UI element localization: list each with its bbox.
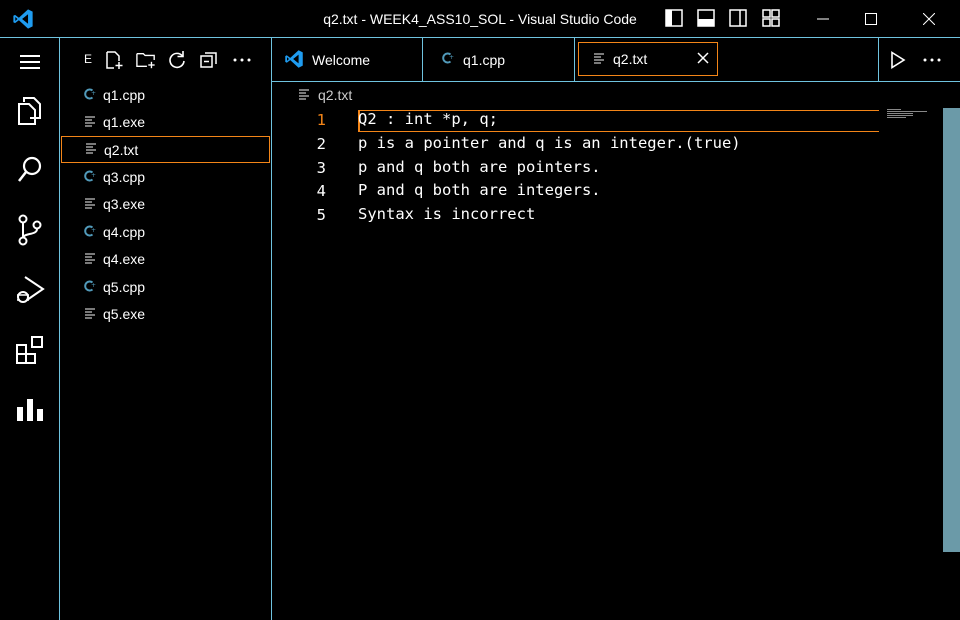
minimap[interactable]: [883, 108, 943, 122]
minimize-icon[interactable]: [800, 0, 846, 38]
code-line[interactable]: Q2 : int *p, q;: [358, 110, 498, 128]
file-lines-icon: [80, 307, 100, 322]
tab-label: q2.txt: [613, 51, 648, 67]
text-file-icon: [593, 51, 605, 67]
run-debug-icon[interactable]: [0, 266, 60, 314]
cpp-file-icon: +: [80, 224, 100, 241]
new-folder-icon[interactable]: [136, 50, 156, 70]
cpp-file-icon: +: [80, 279, 100, 296]
editor-tab-bar: Welcome + q1.cpp q2.txt: [272, 38, 960, 82]
file-item-q4-exe[interactable]: q4.exe: [60, 246, 271, 272]
file-name: q5.exe: [103, 306, 146, 322]
editor-more-icon[interactable]: [922, 51, 942, 72]
file-name: q3.cpp: [103, 169, 146, 185]
file-lines-icon: [80, 197, 100, 212]
vscode-logo-icon: [12, 8, 34, 30]
collapse-all-icon[interactable]: [199, 50, 219, 70]
toggle-secondary-sidebar-icon[interactable]: [729, 9, 747, 27]
file-item-q5-exe[interactable]: q5.exe: [60, 301, 271, 327]
tab-label: q1.cpp: [463, 51, 506, 68]
cpp-file-icon: +: [80, 87, 100, 104]
file-name: q1.exe: [103, 114, 146, 130]
svg-text:+: +: [91, 227, 96, 234]
svg-text:+: +: [91, 90, 96, 97]
file-lines-icon: [80, 252, 100, 267]
source-control-icon[interactable]: [0, 206, 60, 254]
line-number: 3: [316, 159, 326, 177]
tab-close-icon[interactable]: [697, 51, 709, 67]
line-number: 4: [316, 182, 326, 200]
cpp-file-icon: +: [80, 169, 100, 186]
window-title: q2.txt - WEEK4_ASS10_SOL - Visual Studio…: [323, 11, 637, 27]
toggle-panel-icon[interactable]: [697, 9, 715, 27]
menu-icon[interactable]: [0, 38, 60, 86]
code-line[interactable]: P and q both are integers.: [358, 181, 601, 199]
text-file-icon: [298, 87, 310, 103]
file-lines-icon: [81, 142, 101, 157]
activity-bar: [0, 38, 60, 620]
file-item-q2-txt[interactable]: q2.txt: [61, 136, 270, 163]
tab-actions-divider: [878, 38, 879, 81]
code-line[interactable]: Syntax is incorrect: [358, 205, 535, 223]
tab-label: Welcome: [312, 51, 371, 68]
file-item-q1-exe[interactable]: q1.exe: [60, 109, 271, 135]
customize-layout-icon[interactable]: [762, 9, 780, 27]
charts-icon[interactable]: [0, 386, 60, 434]
file-item-q4-cpp[interactable]: + q4.cpp: [60, 219, 271, 245]
line-number: 2: [316, 135, 326, 153]
file-item-q5-cpp[interactable]: + q5.cpp: [60, 274, 271, 300]
file-lines-icon: [80, 115, 100, 130]
new-file-icon[interactable]: [104, 50, 124, 70]
file-item-q1-cpp[interactable]: + q1.cpp: [60, 82, 271, 108]
file-name: q2.txt: [104, 141, 139, 158]
svg-text:+: +: [449, 54, 454, 61]
refresh-icon[interactable]: [167, 50, 187, 70]
tab-q1-cpp[interactable]: + q1.cpp: [423, 38, 575, 81]
maximize-icon[interactable]: [848, 0, 894, 38]
explorer-icon[interactable]: [0, 86, 60, 136]
file-name: q5.cpp: [103, 279, 146, 295]
file-item-q3-exe[interactable]: q3.exe: [60, 191, 271, 217]
extensions-icon[interactable]: [0, 326, 60, 374]
toggle-primary-sidebar-icon[interactable]: [665, 9, 683, 27]
search-icon[interactable]: [0, 146, 60, 194]
svg-text:+: +: [91, 172, 96, 179]
cpp-file-icon: +: [441, 51, 455, 68]
file-name: q4.cpp: [103, 224, 146, 240]
line-number: 1: [316, 111, 326, 129]
file-name: q1.cpp: [103, 87, 146, 103]
explorer-sidebar: E + q1.cpp q1.exe q2.txt + q3.cpp q3.exe…: [60, 38, 272, 620]
svg-text:+: +: [91, 282, 96, 289]
code-line[interactable]: p and q both are pointers.: [358, 158, 601, 176]
tab-q2-txt[interactable]: q2.txt: [578, 42, 718, 76]
text-editor[interactable]: 1 Q2 : int *p, q; 2 p is a pointer and q…: [272, 108, 960, 620]
breadcrumb-file: q2.txt: [318, 87, 353, 103]
more-icon[interactable]: [232, 50, 252, 70]
vscode-logo-icon: [284, 49, 306, 71]
run-file-icon[interactable]: [890, 51, 906, 72]
close-icon[interactable]: [906, 0, 952, 38]
code-line[interactable]: p is a pointer and q is an integer.(true…: [358, 134, 741, 152]
editor-scrollbar[interactable]: [943, 108, 960, 552]
file-name: q4.exe: [103, 251, 146, 267]
file-item-q3-cpp[interactable]: + q3.cpp: [60, 164, 271, 190]
line-number: 5: [316, 206, 326, 224]
explorer-header: E: [84, 52, 93, 66]
file-name: q3.exe: [103, 196, 146, 212]
tab-welcome[interactable]: Welcome: [272, 38, 423, 81]
breadcrumb[interactable]: q2.txt: [298, 86, 352, 104]
title-bar: q2.txt - WEEK4_ASS10_SOL - Visual Studio…: [0, 0, 960, 38]
